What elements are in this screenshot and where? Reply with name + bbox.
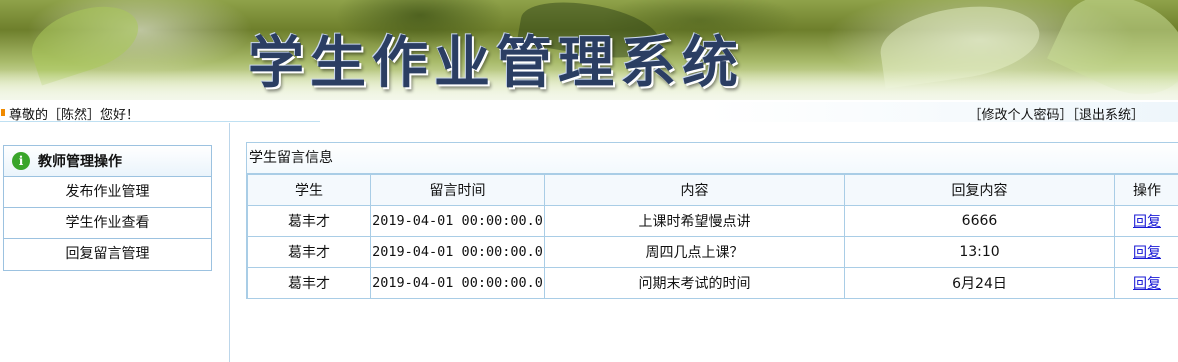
sidebar: i 教师管理操作 发布作业管理 学生作业查看 回复留言管理 [0, 123, 230, 362]
cell-content: 上课时希望慢点讲 [544, 205, 845, 237]
column-header-student: 学生 [247, 174, 371, 206]
cell-reply: 6666 [844, 205, 1115, 237]
cell-content: 问期末考试的时间 [544, 267, 845, 299]
sidebar-heading: i 教师管理操作 [4, 146, 211, 177]
bullet-icon [1, 109, 5, 116]
column-header-time: 留言时间 [370, 174, 545, 206]
cell-time: 2019-04-01 00:00:00.0 [370, 236, 545, 268]
sidebar-heading-label: 教师管理操作 [38, 154, 122, 170]
cell-reply: 6月24日 [844, 267, 1115, 299]
cell-action: 回复 [1114, 205, 1178, 237]
table-row: 葛丰才 2019-04-01 00:00:00.0 问期末考试的时间 6月24日… [247, 267, 1178, 299]
sidebar-item-publish-homework[interactable]: 发布作业管理 [4, 177, 211, 208]
info-icon: i [12, 152, 30, 170]
cell-reply: 13:10 [844, 236, 1115, 268]
reply-link[interactable]: 回复 [1133, 276, 1161, 292]
cell-time: 2019-04-01 00:00:00.0 [370, 205, 545, 237]
table-row: 葛丰才 2019-04-01 00:00:00.0 周四几点上课？ 13:10 … [247, 236, 1178, 268]
cell-content: 周四几点上课？ [544, 236, 845, 268]
status-bar: 尊敬的［陈然］您好！ ［修改个人密码］［退出系统］ [0, 102, 1178, 123]
table-header-row: 学生 留言时间 内容 回复内容 操作 [247, 174, 1178, 206]
column-header-content: 内容 [544, 174, 845, 206]
change-password-link[interactable]: ［修改个人密码］ [968, 108, 1072, 123]
reply-link[interactable]: 回复 [1133, 245, 1161, 261]
cell-student: 葛丰才 [247, 267, 371, 299]
table-row: 葛丰才 2019-04-01 00:00:00.0 上课时希望慢点讲 6666 … [247, 205, 1178, 237]
reply-link[interactable]: 回复 [1133, 214, 1161, 230]
sidebar-item-view-homework[interactable]: 学生作业查看 [4, 208, 211, 239]
messages-table: 学生 留言时间 内容 回复内容 操作 葛丰才 2019-04-01 00:00:… [247, 174, 1178, 299]
account-links: ［修改个人密码］［退出系统］ [968, 104, 1144, 123]
cell-student: 葛丰才 [247, 205, 371, 237]
panel-title: 学生留言信息 [247, 143, 1178, 174]
column-header-action: 操作 [1114, 174, 1178, 206]
sidebar-item-reply-messages[interactable]: 回复留言管理 [4, 239, 211, 270]
cell-action: 回复 [1114, 267, 1178, 299]
column-header-reply: 回复内容 [844, 174, 1115, 206]
messages-panel: 学生留言信息 学生 留言时间 内容 回复内容 操作 葛丰才 2019-04-01… [246, 142, 1178, 299]
logout-link[interactable]: ［退出系统］ [1072, 108, 1144, 123]
cell-action: 回复 [1114, 236, 1178, 268]
header-banner: 学生作业管理系统 [0, 0, 1178, 100]
cell-student: 葛丰才 [247, 236, 371, 268]
cell-time: 2019-04-01 00:00:00.0 [370, 267, 545, 299]
divider [0, 121, 320, 122]
sidebar-menu: i 教师管理操作 发布作业管理 学生作业查看 回复留言管理 [3, 145, 212, 271]
system-title: 学生作业管理系统 [248, 31, 744, 96]
